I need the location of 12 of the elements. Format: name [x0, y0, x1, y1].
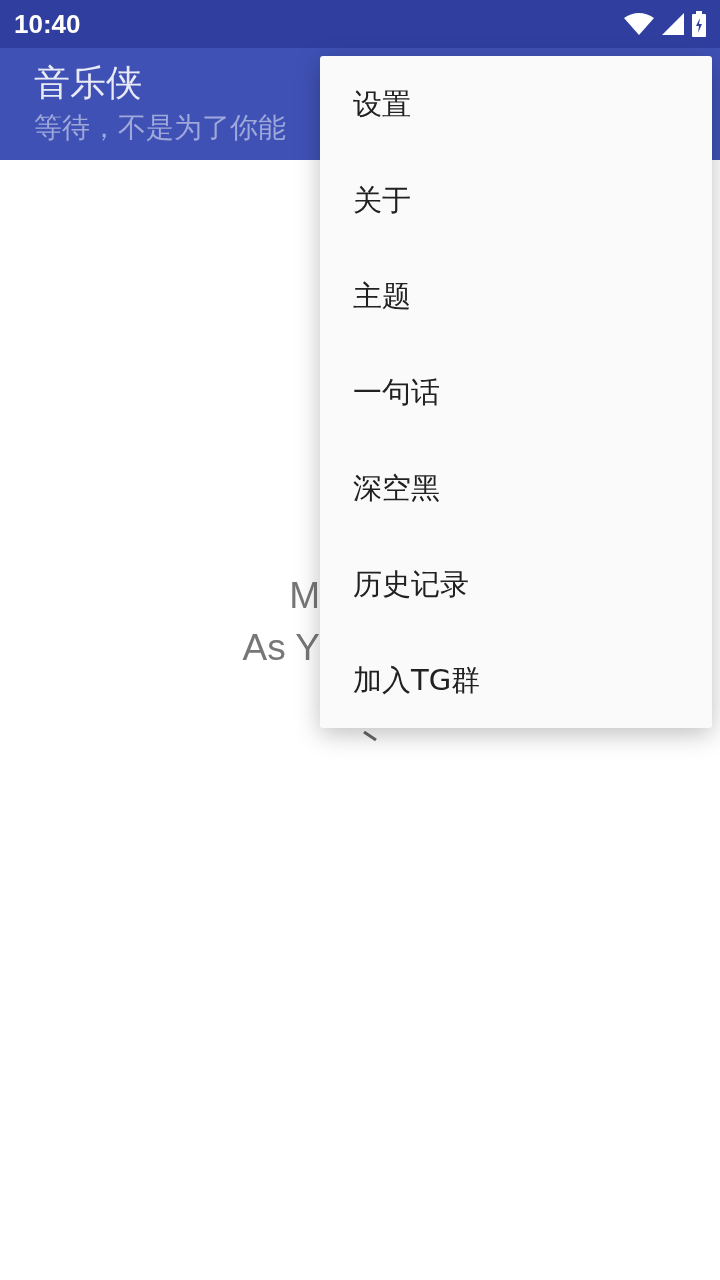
- menu-item[interactable]: 深空黑: [320, 440, 712, 536]
- menu-item[interactable]: 关于: [320, 152, 712, 248]
- menu-item[interactable]: 设置: [320, 56, 712, 152]
- menu-item[interactable]: 历史记录: [320, 536, 712, 632]
- app-title: 音乐侠: [34, 61, 142, 105]
- status-time: 10:40: [14, 8, 81, 40]
- menu-item[interactable]: 一句话: [320, 344, 712, 440]
- menu-item[interactable]: 主题: [320, 248, 712, 344]
- app-subtitle: 等待，不是为了你能: [34, 110, 286, 146]
- menu-item[interactable]: 加入TG群: [320, 632, 712, 728]
- text-line: M: [288, 574, 320, 618]
- text-line: As Y: [241, 626, 320, 670]
